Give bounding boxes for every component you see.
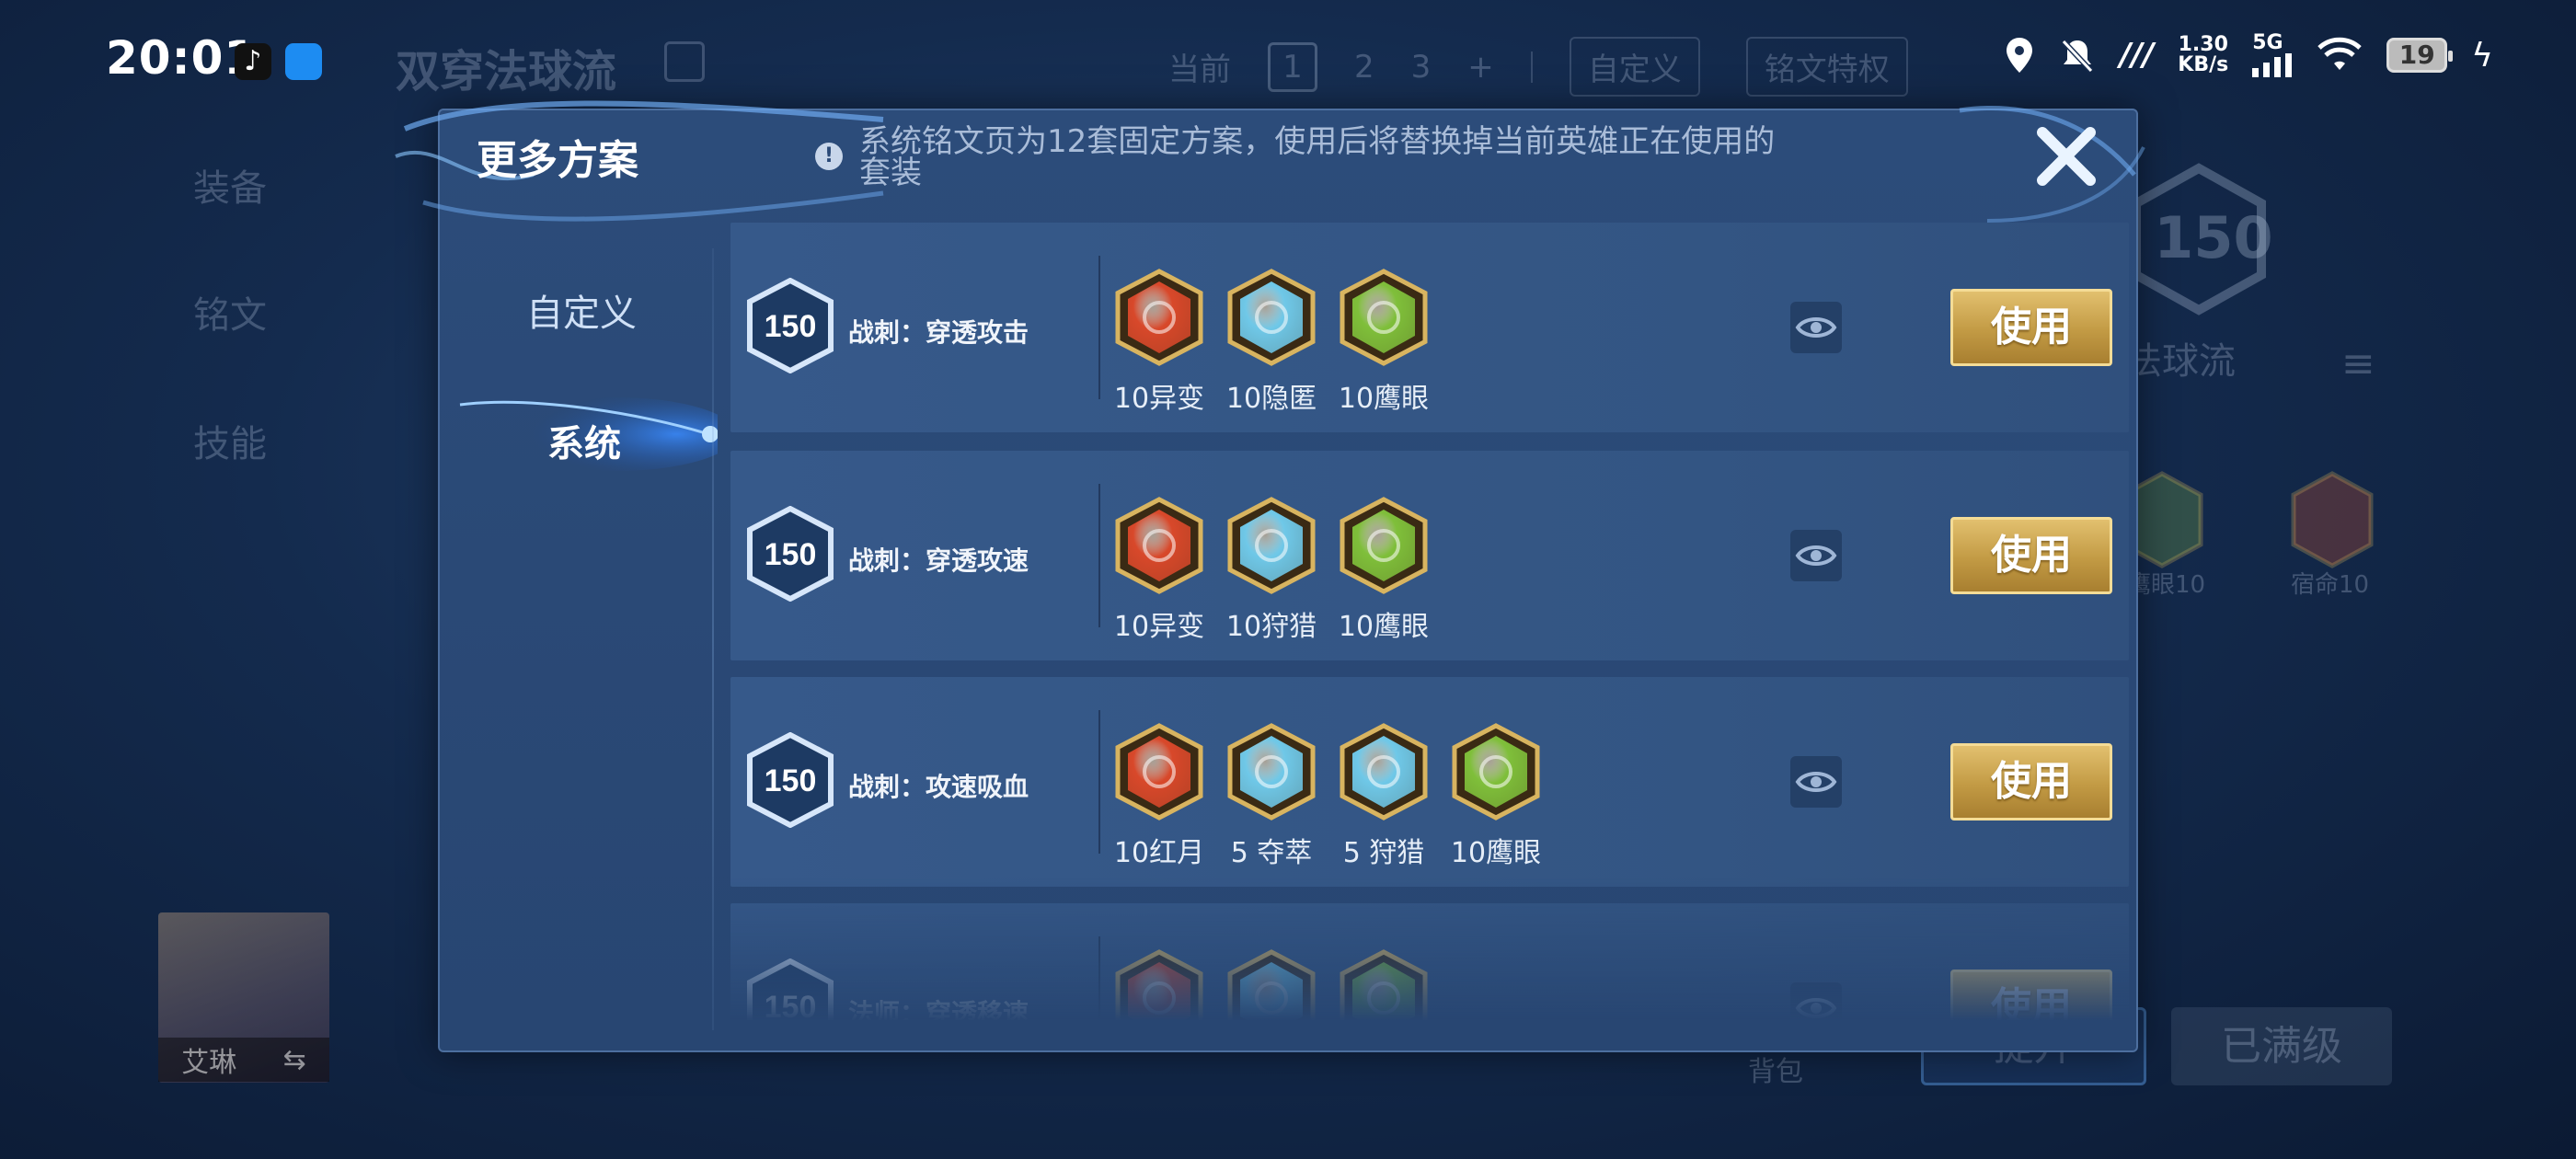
row-divider xyxy=(1098,710,1100,854)
signal-icon: 5G xyxy=(2252,33,2293,77)
rune-label: 5 夺萃 xyxy=(1230,837,1313,869)
bg-level-text: 150 xyxy=(2154,204,2272,271)
svg-text:150: 150 xyxy=(765,763,817,798)
charging-icon: ϟ xyxy=(2471,36,2493,75)
tab-system[interactable]: 系统 xyxy=(547,414,621,467)
mute-bell-icon xyxy=(2061,39,2094,74)
net-speed: 1.30 KB/s xyxy=(2178,33,2229,76)
svg-text:150: 150 xyxy=(765,537,817,572)
red-rune-icon xyxy=(1115,269,1203,366)
tabs-divider xyxy=(1530,51,1533,83)
tab-custom[interactable]: 自定义 xyxy=(526,283,637,337)
svg-text:150: 150 xyxy=(765,990,817,1021)
green-rune-icon xyxy=(1340,497,1428,594)
tiktok-icon: ♪ xyxy=(235,43,271,80)
loadout-tabs: 当前 1 2 3 + 自定义 铭文特权 xyxy=(1168,37,1908,97)
plan-name: 战刺：穿透攻速 xyxy=(848,545,1029,576)
menu-icon[interactable]: ≡ xyxy=(2341,340,2375,387)
level-hex-icon: 150 xyxy=(747,278,834,373)
plan-name: 战刺：攻速吸血 xyxy=(848,772,1029,802)
red-rune-icon xyxy=(2291,471,2374,568)
plan-list[interactable]: 150 战刺：穿透攻击 使用 10异变 10隐匿 10鹰眼 150 战刺：穿透攻… xyxy=(730,223,2129,1021)
red-rune-icon xyxy=(1115,949,1203,1021)
bg-rune-label: 鹰眼10 xyxy=(2127,571,2206,599)
red-rune-icon xyxy=(1115,497,1203,594)
side-equip[interactable]: 装备 xyxy=(193,158,267,212)
wifi-icon xyxy=(2317,37,2362,70)
tab-2[interactable]: 2 xyxy=(1354,49,1374,86)
plan-row: 150 法师：穿透移速 使用 xyxy=(730,903,2129,1021)
row-divider xyxy=(1098,256,1100,399)
nfc-icon: /// xyxy=(2120,37,2155,74)
svg-text:150: 150 xyxy=(765,309,817,344)
rune-label: 10狩猎 xyxy=(1225,611,1317,643)
green-rune-icon xyxy=(1452,723,1540,820)
rune-privilege-button[interactable]: 铭文特权 xyxy=(1745,37,1908,97)
bg-loadout-name: 法球流 xyxy=(2125,340,2236,383)
plan-name: 法师：穿透移速 xyxy=(848,998,1029,1021)
plan-row: 150 战刺：穿透攻击 使用 10异变 10隐匿 10鹰眼 xyxy=(730,223,2129,432)
level-hex-icon: 150 xyxy=(747,958,834,1021)
status-icons: /// 1.30 KB/s 5G 19 ϟ xyxy=(2004,33,2493,77)
rune-label: 5 狩猎 xyxy=(1342,837,1425,869)
level-hex-icon: 150 xyxy=(747,732,834,828)
preview-eye-icon[interactable] xyxy=(1790,756,1842,808)
rune-label: 10红月 xyxy=(1113,837,1205,869)
blue-rune-icon xyxy=(1227,269,1316,366)
bg-rune-label: 宿命10 xyxy=(2291,571,2370,599)
modal-title: 更多方案 xyxy=(477,137,638,184)
tab-1[interactable]: 1 xyxy=(1268,41,1317,92)
plan-name: 战刺：穿透攻击 xyxy=(848,317,1029,348)
swap-icon: ⇆ xyxy=(282,1043,306,1076)
side-divider xyxy=(712,248,714,1030)
row-divider xyxy=(1098,484,1100,627)
tab-add[interactable]: + xyxy=(1467,49,1494,86)
hero-name-bar[interactable]: 艾琳 ⇆ xyxy=(158,1038,329,1082)
red-rune-icon xyxy=(1115,723,1203,820)
side-skill[interactable]: 技能 xyxy=(193,414,267,467)
app-notification-icon xyxy=(285,43,322,80)
use-button[interactable]: 使用 xyxy=(1950,970,2112,1021)
rune-label: 10鹰眼 xyxy=(1338,611,1430,643)
tab-3[interactable]: 3 xyxy=(1411,49,1432,86)
info-text: 系统铭文页为12套固定方案，使用后将替换掉当前英雄正在使用的套装 xyxy=(859,123,1776,191)
info-icon: ! xyxy=(815,143,843,170)
blue-rune-icon xyxy=(1227,949,1316,1021)
blue-rune-icon xyxy=(1340,723,1428,820)
hero-name: 艾琳 xyxy=(181,1047,237,1079)
green-rune-icon xyxy=(1340,269,1428,366)
preview-eye-icon[interactable] xyxy=(1790,982,1842,1021)
grid-icon xyxy=(664,41,705,82)
tab-current[interactable]: 当前 xyxy=(1168,44,1231,89)
battery-icon: 19 xyxy=(2386,38,2454,73)
loadout-title: 双穿法球流 xyxy=(396,46,617,98)
close-icon[interactable] xyxy=(2033,123,2099,189)
level-hex-icon: 150 xyxy=(747,506,834,602)
row-divider xyxy=(1098,936,1100,1021)
bag-button[interactable]: 背包 xyxy=(1748,1049,1803,1089)
blue-rune-icon xyxy=(1227,497,1316,594)
green-rune-icon xyxy=(1340,949,1428,1021)
use-button[interactable]: 使用 xyxy=(1950,289,2112,366)
use-button[interactable]: 使用 xyxy=(1950,743,2112,820)
maxed-button[interactable]: 已满级 xyxy=(2171,1007,2392,1085)
preview-eye-icon[interactable] xyxy=(1790,302,1842,353)
rune-label: 10异变 xyxy=(1113,383,1205,415)
rune-label: 10隐匿 xyxy=(1225,383,1317,415)
plan-row: 150 战刺：穿透攻速 使用 10异变 10狩猎 10鹰眼 xyxy=(730,451,2129,660)
rune-label: 10异变 xyxy=(1113,611,1205,643)
rune-label: 10鹰眼 xyxy=(1338,383,1430,415)
custom-button[interactable]: 自定义 xyxy=(1569,37,1700,97)
location-icon xyxy=(2007,38,2033,73)
plan-row: 150 战刺：攻速吸血 使用 10红月 5 夺萃 5 狩猎 10鹰眼 xyxy=(730,677,2129,887)
preview-eye-icon[interactable] xyxy=(1790,530,1842,581)
blue-rune-icon xyxy=(1227,723,1316,820)
use-button[interactable]: 使用 xyxy=(1950,517,2112,594)
rune-label: 10鹰眼 xyxy=(1450,837,1542,869)
side-rune[interactable]: 铭文 xyxy=(193,285,267,339)
